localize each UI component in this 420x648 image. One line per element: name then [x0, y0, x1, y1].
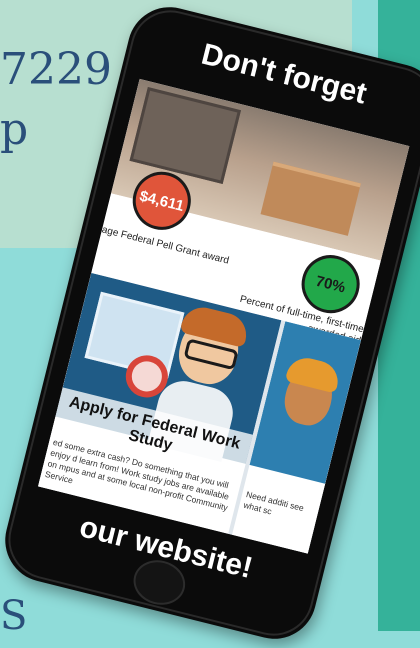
background-text-fragment: p [0, 104, 29, 155]
photo-window [129, 87, 242, 185]
background-phone-number: 7229 [0, 44, 112, 95]
second-card-text: Need additi see what sc [242, 489, 305, 517]
background-bottom-text: S [0, 593, 28, 639]
photo-box [260, 161, 361, 236]
